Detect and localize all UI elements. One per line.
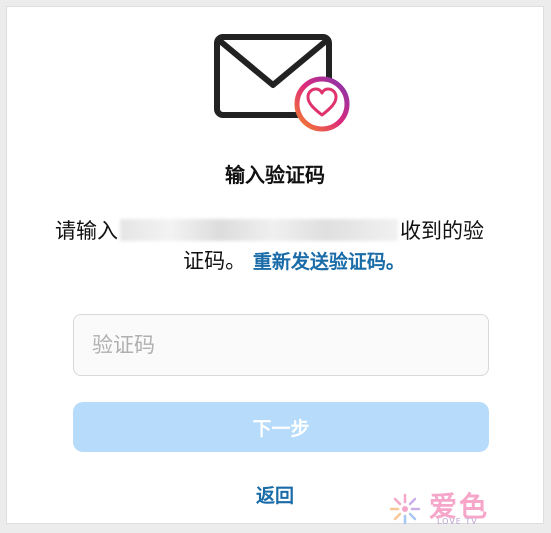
- watermark-subtext: LOVE TV: [437, 517, 478, 526]
- dialog-title: 输入验证码: [7, 159, 543, 188]
- mail-envelope-icon: [207, 29, 357, 141]
- description-suffix: 收到的验: [400, 219, 484, 243]
- verification-dialog: 输入验证码 请输入收到的验 证码。 重新发送验证码。 下一步 返回: [6, 6, 544, 524]
- verification-code-input[interactable]: [73, 314, 489, 376]
- heart-badge-icon: [297, 79, 347, 129]
- resend-code-link[interactable]: 重新发送验证码。: [253, 251, 405, 273]
- flower-icon: [385, 489, 425, 529]
- description-prefix: 请输入: [55, 219, 118, 243]
- redacted-contact: [120, 219, 398, 241]
- description-line-2: 证码。 重新发送验证码。: [55, 245, 543, 275]
- watermark-logo: 爱色 LOVE TV: [385, 489, 515, 527]
- description-text: 请输入 收到的验: [55, 215, 515, 245]
- description-line2-text: 证码。: [183, 249, 246, 273]
- next-button[interactable]: 下一步: [73, 402, 489, 452]
